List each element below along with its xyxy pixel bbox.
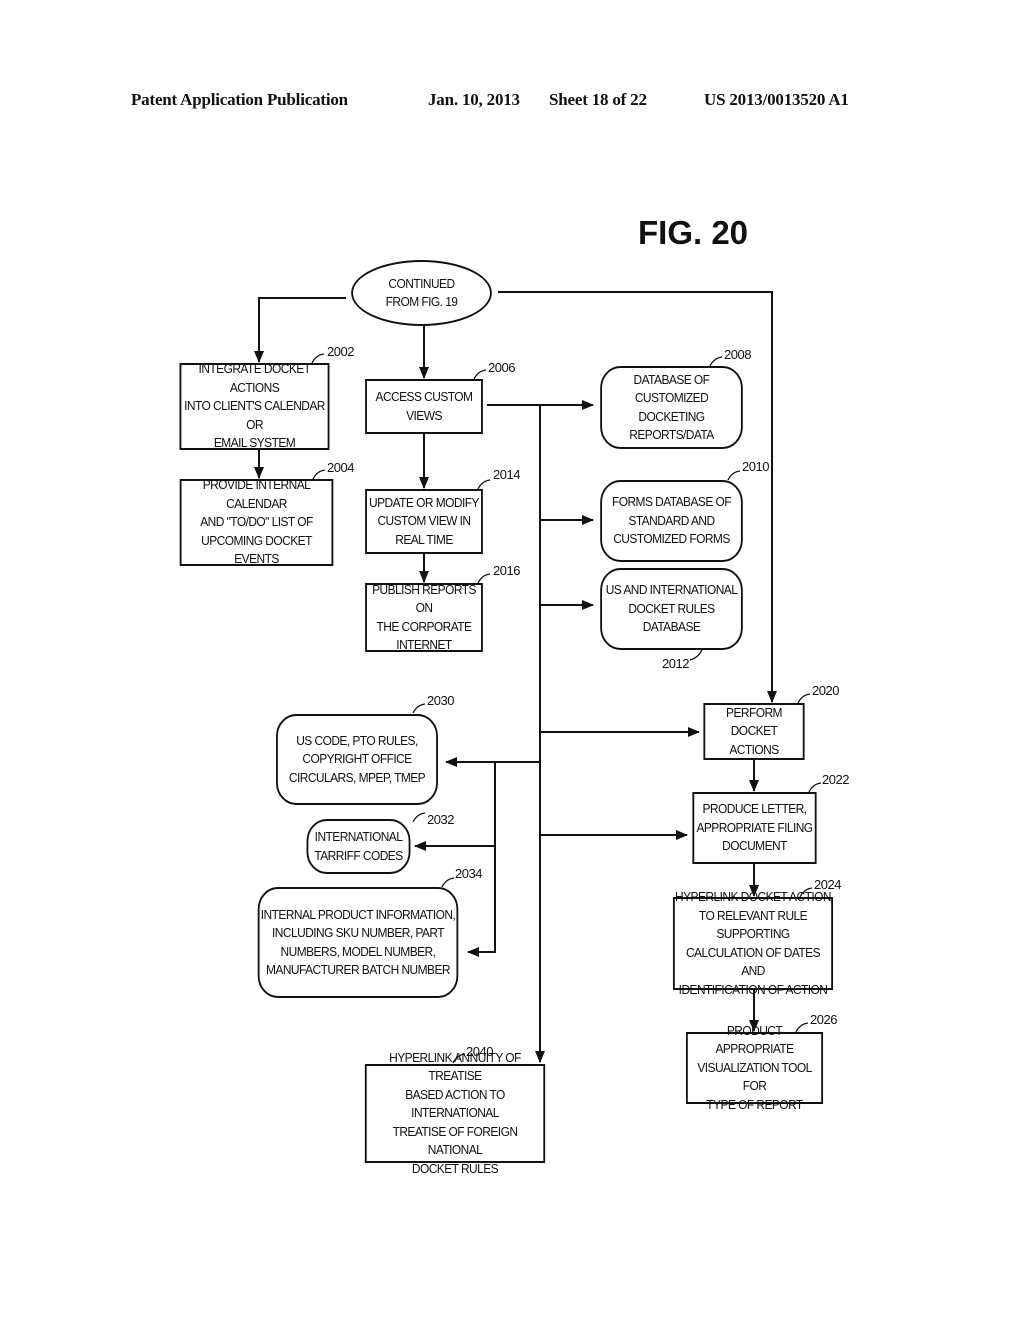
node-2016: PUBLISH REPORTS ON THE CORPORATE INTERNE… — [365, 581, 483, 653]
node-2020: PERFORM DOCKET ACTIONS — [703, 703, 805, 760]
node-label: PRODUCE LETTER, APPROPRIATE FILING DOCUM… — [696, 801, 813, 854]
ref-2014: 2014 — [493, 467, 520, 482]
node-2004: PROVIDE INTERNAL CALENDAR AND "TO/DO" LI… — [179, 477, 334, 567]
ref-2004: 2004 — [327, 460, 354, 475]
node-label: INTERNATIONAL TARRIFF CODES — [314, 829, 403, 863]
leader-2008 — [709, 356, 723, 367]
node-2014: UPDATE OR MODIFY CUSTOM VIEW IN REAL TIM… — [365, 489, 483, 554]
leader-2012 — [689, 649, 703, 661]
node-2026: PRODUCT APPROPRIATE VISUALIZATION TOOL F… — [685, 1023, 824, 1112]
ref-2020: 2020 — [812, 683, 839, 698]
node-2006: ACCESS CUSTOM VIEWS — [365, 379, 483, 434]
ref-2024: 2024 — [814, 877, 841, 892]
ref-2030: 2030 — [427, 693, 454, 708]
leader-2032 — [412, 812, 426, 823]
node-label: US CODE, PTO RULES, COPYRIGHT OFFICE CIR… — [288, 732, 426, 785]
ref-2040: 2040 — [466, 1044, 493, 1059]
ref-2008: 2008 — [724, 347, 751, 362]
node-2002: INTEGRATE DOCKET ACTIONS INTO CLIENT'S C… — [179, 361, 330, 451]
node-label: CONTINUED FROM FIG. 19 — [385, 275, 458, 310]
node-label: PERFORM DOCKET ACTIONS — [726, 704, 782, 757]
edge-bus-2034 — [467, 846, 496, 957]
leader-2030 — [412, 703, 426, 714]
ref-2032: 2032 — [427, 812, 454, 827]
node-2022: PRODUCE LETTER, APPROPRIATE FILING DOCUM… — [692, 792, 817, 864]
node-label: PROVIDE INTERNAL CALENDAR AND "TO/DO" LI… — [200, 477, 313, 567]
node-2030: US CODE, PTO RULES, COPYRIGHT OFFICE CIR… — [276, 714, 438, 805]
node-label: UPDATE OR MODIFY CUSTOM VIEW IN REAL TIM… — [369, 494, 479, 547]
ref-2016: 2016 — [493, 563, 520, 578]
node-2034: INTERNAL PRODUCT INFORMATION, INCLUDING … — [257, 887, 459, 998]
ref-2006: 2006 — [488, 360, 515, 375]
node-label: PRODUCT APPROPRIATE VISUALIZATION TOOL F… — [697, 1022, 812, 1112]
node-label: HYPERLINK ANNUITY OF TREATISE BASED ACTI… — [389, 1049, 521, 1176]
node-2010: FORMS DATABASE OF STANDARD AND CUSTOMIZE… — [600, 480, 743, 562]
ref-2010: 2010 — [742, 459, 769, 474]
node-2032: INTERNATIONAL TARRIFF CODES — [306, 819, 411, 874]
node-label: INTERNAL PRODUCT INFORMATION, INCLUDING … — [260, 906, 456, 978]
node-continued-from-fig19: CONTINUED FROM FIG. 19 — [351, 260, 492, 326]
node-2008: DATABASE OF CUSTOMIZED DOCKETING REPORTS… — [600, 366, 743, 449]
node-label: US AND INTERNATIONAL DOCKET RULES DATABA… — [605, 582, 738, 635]
edge-2006-bus — [487, 404, 545, 1063]
ref-2012: 2012 — [662, 656, 689, 671]
node-label: FORMS DATABASE OF STANDARD AND CUSTOMIZE… — [611, 494, 732, 547]
node-label: ACCESS CUSTOM VIEWS — [375, 389, 473, 423]
ref-2026: 2026 — [810, 1012, 837, 1027]
node-label: DATABASE OF CUSTOMIZED DOCKETING REPORTS… — [629, 371, 714, 443]
node-label: PUBLISH REPORTS ON THE CORPORATE INTERNE… — [372, 581, 476, 653]
leader-2006 — [473, 369, 487, 380]
leader-2010 — [727, 470, 741, 481]
leader-2034 — [441, 877, 455, 888]
leader-2020 — [797, 693, 811, 704]
leader-2014 — [477, 479, 491, 490]
ref-2034: 2034 — [455, 866, 482, 881]
node-2012: US AND INTERNATIONAL DOCKET RULES DATABA… — [600, 568, 743, 650]
node-label: INTEGRATE DOCKET ACTIONS INTO CLIENT'S C… — [184, 361, 325, 451]
ref-2002: 2002 — [327, 344, 354, 359]
node-label: HYPERLINK DOCKET ACTION TO RELEVANT RULE… — [675, 889, 831, 997]
node-2040: HYPERLINK ANNUITY OF TREATISE BASED ACTI… — [364, 1050, 546, 1176]
ref-2022: 2022 — [822, 772, 849, 787]
node-2024: HYPERLINK DOCKET ACTION TO RELEVANT RULE… — [672, 889, 834, 997]
leader-2022 — [808, 782, 822, 793]
